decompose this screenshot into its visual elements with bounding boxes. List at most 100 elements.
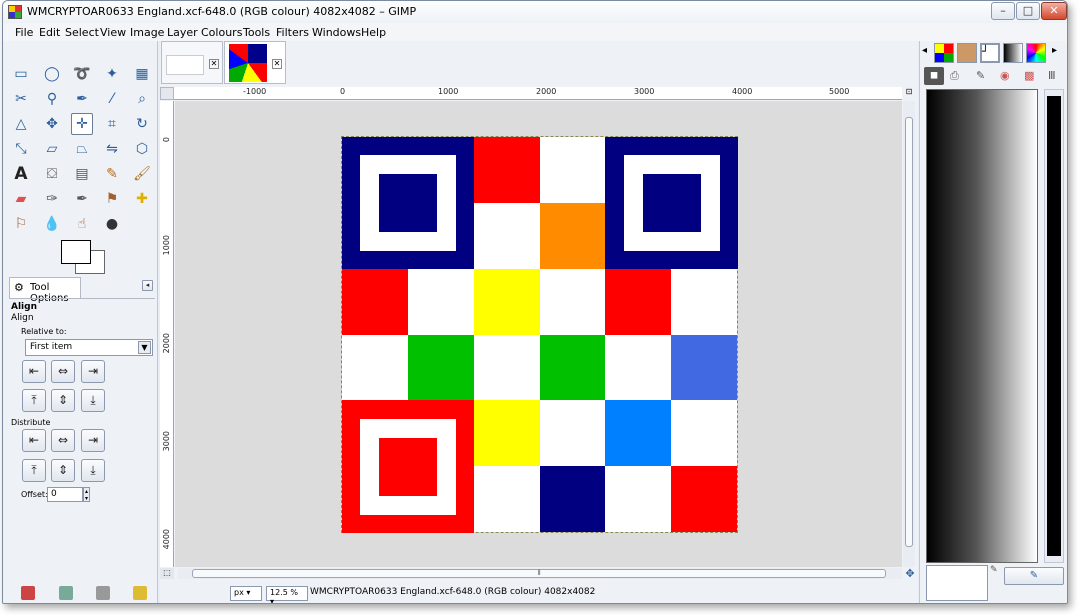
heal-icon[interactable]: ✚ (131, 188, 153, 210)
unit-select[interactable]: px ▾ (230, 586, 262, 601)
brushes-icon[interactable] (957, 43, 977, 63)
menu-layer[interactable]: Layer (167, 26, 198, 39)
delete-options-icon[interactable] (96, 586, 110, 600)
align-bottom-edge-button[interactable]: ⤓ (81, 389, 105, 412)
paintbrush-icon[interactable]: 🖌 (131, 163, 153, 185)
restore-options-icon[interactable] (59, 586, 73, 600)
pattern-icon[interactable]: ┘ (980, 43, 1000, 63)
vertical-scrollbar[interactable]: ⊡ (903, 87, 915, 567)
flip-icon[interactable]: ⇋ (101, 138, 123, 160)
foreground-color-swatch[interactable] (61, 240, 91, 264)
close-tab-icon[interactable]: ✕ (209, 59, 219, 69)
dodge-burn-icon[interactable]: ● (101, 213, 123, 235)
menu-edit[interactable]: Edit (39, 26, 60, 39)
menu-colours[interactable]: Colours (201, 26, 242, 39)
save-options-icon[interactable] (21, 586, 35, 600)
fg-bg-colors[interactable] (61, 240, 105, 274)
image-tab-blank[interactable]: ✕ (161, 41, 223, 84)
menu-file[interactable]: File (15, 26, 33, 39)
horizontal-scroll-thumb[interactable]: ⦀ (192, 569, 886, 578)
brush-preview[interactable] (926, 565, 988, 601)
navigation-icon[interactable]: ✥ (904, 568, 916, 580)
canvas-viewport[interactable] (175, 101, 902, 567)
ink-icon[interactable]: ✒ (71, 188, 93, 210)
menu-filters[interactable]: Filters (276, 26, 309, 39)
pencil-icon[interactable]: ✎ (101, 163, 123, 185)
distribute-center-horizontal-button[interactable]: ⇔ (51, 429, 75, 452)
gradient-tab-icon[interactable]: ◼ (924, 67, 944, 85)
maximize-button[interactable]: □ (1016, 2, 1040, 20)
dock-scrollbar[interactable] (1044, 89, 1064, 563)
qr-image[interactable] (341, 136, 738, 533)
fuzzy-select-icon[interactable]: ✦ (101, 63, 123, 85)
distribute-left-button[interactable]: ⇤ (22, 429, 46, 452)
align-left-edge-button[interactable]: ⇤ (22, 360, 46, 383)
palette-icon[interactable] (934, 43, 954, 63)
minimize-button[interactable]: – (991, 2, 1015, 20)
blur-icon[interactable]: 💧 (41, 213, 63, 235)
tab-menu-icon[interactable]: ◂ (142, 280, 153, 291)
scissors-select-icon[interactable]: ✂ (10, 88, 32, 110)
foreground-select-icon[interactable]: ⚲ (41, 88, 63, 110)
close-button[interactable]: ✕ (1041, 2, 1067, 20)
edit-button[interactable]: ✎ (1004, 567, 1064, 585)
distribute-right-button[interactable]: ⇥ (81, 429, 105, 452)
align-icon[interactable]: ✛ (71, 113, 93, 135)
tool-options-tab[interactable]: ⚙ Tool Options (9, 277, 81, 304)
align-center-horizontal-button[interactable]: ⇔ (51, 360, 75, 383)
by-color-select-icon[interactable]: ▦ (131, 63, 153, 85)
navigate-icon[interactable]: ⊡ (903, 87, 915, 99)
menu-image[interactable]: Image (130, 26, 164, 39)
distribute-bottom-button[interactable]: ⤓ (81, 459, 105, 482)
ellipse-select-icon[interactable]: ◯ (41, 63, 63, 85)
scale-icon[interactable]: ⤡ (10, 138, 32, 160)
rect-select-icon[interactable]: ▭ (10, 63, 32, 85)
airbrush-icon[interactable]: ✑ (41, 188, 63, 210)
blend-icon[interactable]: ▤ (71, 163, 93, 185)
align-center-vertical-button[interactable]: ⇕ (51, 389, 75, 412)
printer-icon[interactable]: ⎙ (950, 69, 959, 83)
text-tool-icon[interactable]: A (10, 163, 32, 185)
move-icon[interactable]: ✥ (41, 113, 63, 135)
menu-windows[interactable]: Windows (312, 26, 361, 39)
close-tab-icon[interactable]: ✕ (272, 59, 282, 69)
eraser-icon[interactable]: ▰ (10, 188, 32, 210)
image-tab-active[interactable]: ✕ (224, 41, 286, 84)
horizontal-scrollbar[interactable]: ⦀ (178, 568, 902, 579)
gradient-icon[interactable] (1003, 43, 1023, 63)
offset-spinner[interactable]: ▴ ▾ (83, 487, 90, 502)
menu-view[interactable]: View (100, 26, 126, 39)
pattern-tab-icon[interactable]: ◉ (1000, 69, 1010, 82)
pencil-small-icon[interactable]: ✎ (990, 565, 998, 575)
free-select-icon[interactable]: ➰ (71, 63, 93, 85)
quick-mask-icon[interactable]: ⬚ (160, 568, 174, 579)
perspective-clone-icon[interactable]: ⚐ (10, 213, 32, 235)
dock-scroll-thumb[interactable] (1047, 96, 1061, 556)
vertical-scroll-thumb[interactable] (905, 117, 913, 547)
align-top-edge-button[interactable]: ⤒ (22, 389, 46, 412)
paths-icon[interactable]: ✒ (71, 88, 93, 110)
fonts-tab-icon[interactable]: Ⅲ (1048, 69, 1056, 82)
shear-icon[interactable]: ▱ (41, 138, 63, 160)
ruler-corner[interactable] (160, 87, 174, 100)
menu-select[interactable]: Select (65, 26, 99, 39)
menu-tools[interactable]: Tools (243, 26, 270, 39)
zoom-select[interactable]: 12.5 % ▾ (266, 586, 308, 603)
menu-help[interactable]: Help (361, 26, 386, 39)
brush-tab-icon[interactable]: ✎ (976, 69, 985, 82)
distribute-center-vertical-button[interactable]: ⇕ (51, 459, 75, 482)
smudge-icon[interactable]: ☝ (71, 213, 93, 235)
perspective-icon[interactable]: ⏢ (71, 138, 93, 160)
colors-icon[interactable] (1026, 43, 1046, 63)
rotate-icon[interactable]: ↻ (131, 113, 153, 135)
clone-icon[interactable]: ⚑ (101, 188, 123, 210)
gradient-preview[interactable] (926, 89, 1038, 563)
align-right-edge-button[interactable]: ⇥ (81, 360, 105, 383)
color-picker-icon[interactable]: ⁄ (101, 88, 123, 110)
palette-tab-icon[interactable]: ▩ (1024, 69, 1034, 82)
dock-left-arrow-icon[interactable]: ◂ (922, 45, 927, 56)
zoom-icon[interactable]: ⌕ (131, 88, 153, 110)
bucket-fill-icon[interactable]: ⛋ (41, 163, 63, 185)
cage-transform-icon[interactable]: ⬡ (131, 138, 153, 160)
reset-options-icon[interactable] (133, 586, 147, 600)
